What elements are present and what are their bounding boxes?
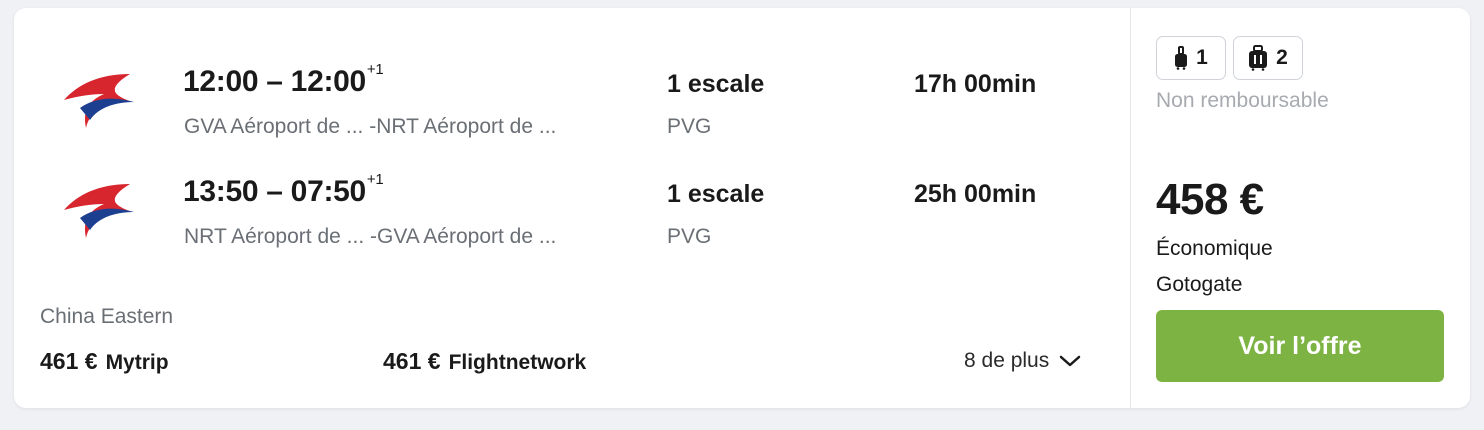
day-offset: +1 [366,61,384,78]
checked-bag-icon [1249,45,1268,71]
china-eastern-logo [64,74,134,128]
alternative-site: Mytrip [105,351,169,374]
airline-name: China Eastern [40,305,174,328]
checked-bag-count: 2 [1276,46,1288,69]
chevron-down-icon [1059,355,1081,367]
alternative-price: 461 € [40,348,98,374]
alternative-offer[interactable]: 461 € Flightnetwork [383,348,586,375]
checked-bag-badge: 2 [1233,36,1303,80]
refund-policy: Non remboursable [1156,89,1329,112]
offer-price: 458 € [1156,175,1264,224]
flight-route: NRT Aéroport de ... -GVA Aéroport de ... [184,225,557,248]
alternative-price: 461 € [383,348,441,374]
flight-duration: 17h 00min [914,70,1037,98]
cabin-bag-badge: 1 [1156,36,1226,80]
china-eastern-logo [64,184,134,238]
more-offers-label: 8 de plus [964,349,1050,372]
cabin-class: Économique [1156,237,1273,260]
flight-result-card[interactable]: 12:00 – 12:00+1 GVA Aéroport de ... -NRT… [14,8,1470,408]
card-divider [1130,8,1131,408]
stopover-airport: PVG [667,115,712,138]
more-offers-toggle[interactable]: 8 de plus [964,349,1081,373]
stopover-airport: PVG [667,225,712,248]
cabin-bag-icon [1175,46,1188,70]
view-offer-button[interactable]: Voir l’offre [1156,310,1444,382]
alternative-offer[interactable]: 461 € Mytrip [40,348,169,375]
stops-count: 1 escale [667,180,765,208]
flight-route: GVA Aéroport de ... -NRT Aéroport de ... [184,115,557,138]
cabin-bag-count: 1 [1196,46,1208,69]
flight-duration: 25h 00min [914,180,1037,208]
day-offset: +1 [366,171,384,188]
flight-times: 12:00 – 12:00+1 [183,61,384,98]
flight-times: 13:50 – 07:50+1 [183,171,384,208]
stops-count: 1 escale [667,70,765,98]
alternative-site: Flightnetwork [448,351,587,374]
booking-provider: Gotogate [1156,273,1243,296]
